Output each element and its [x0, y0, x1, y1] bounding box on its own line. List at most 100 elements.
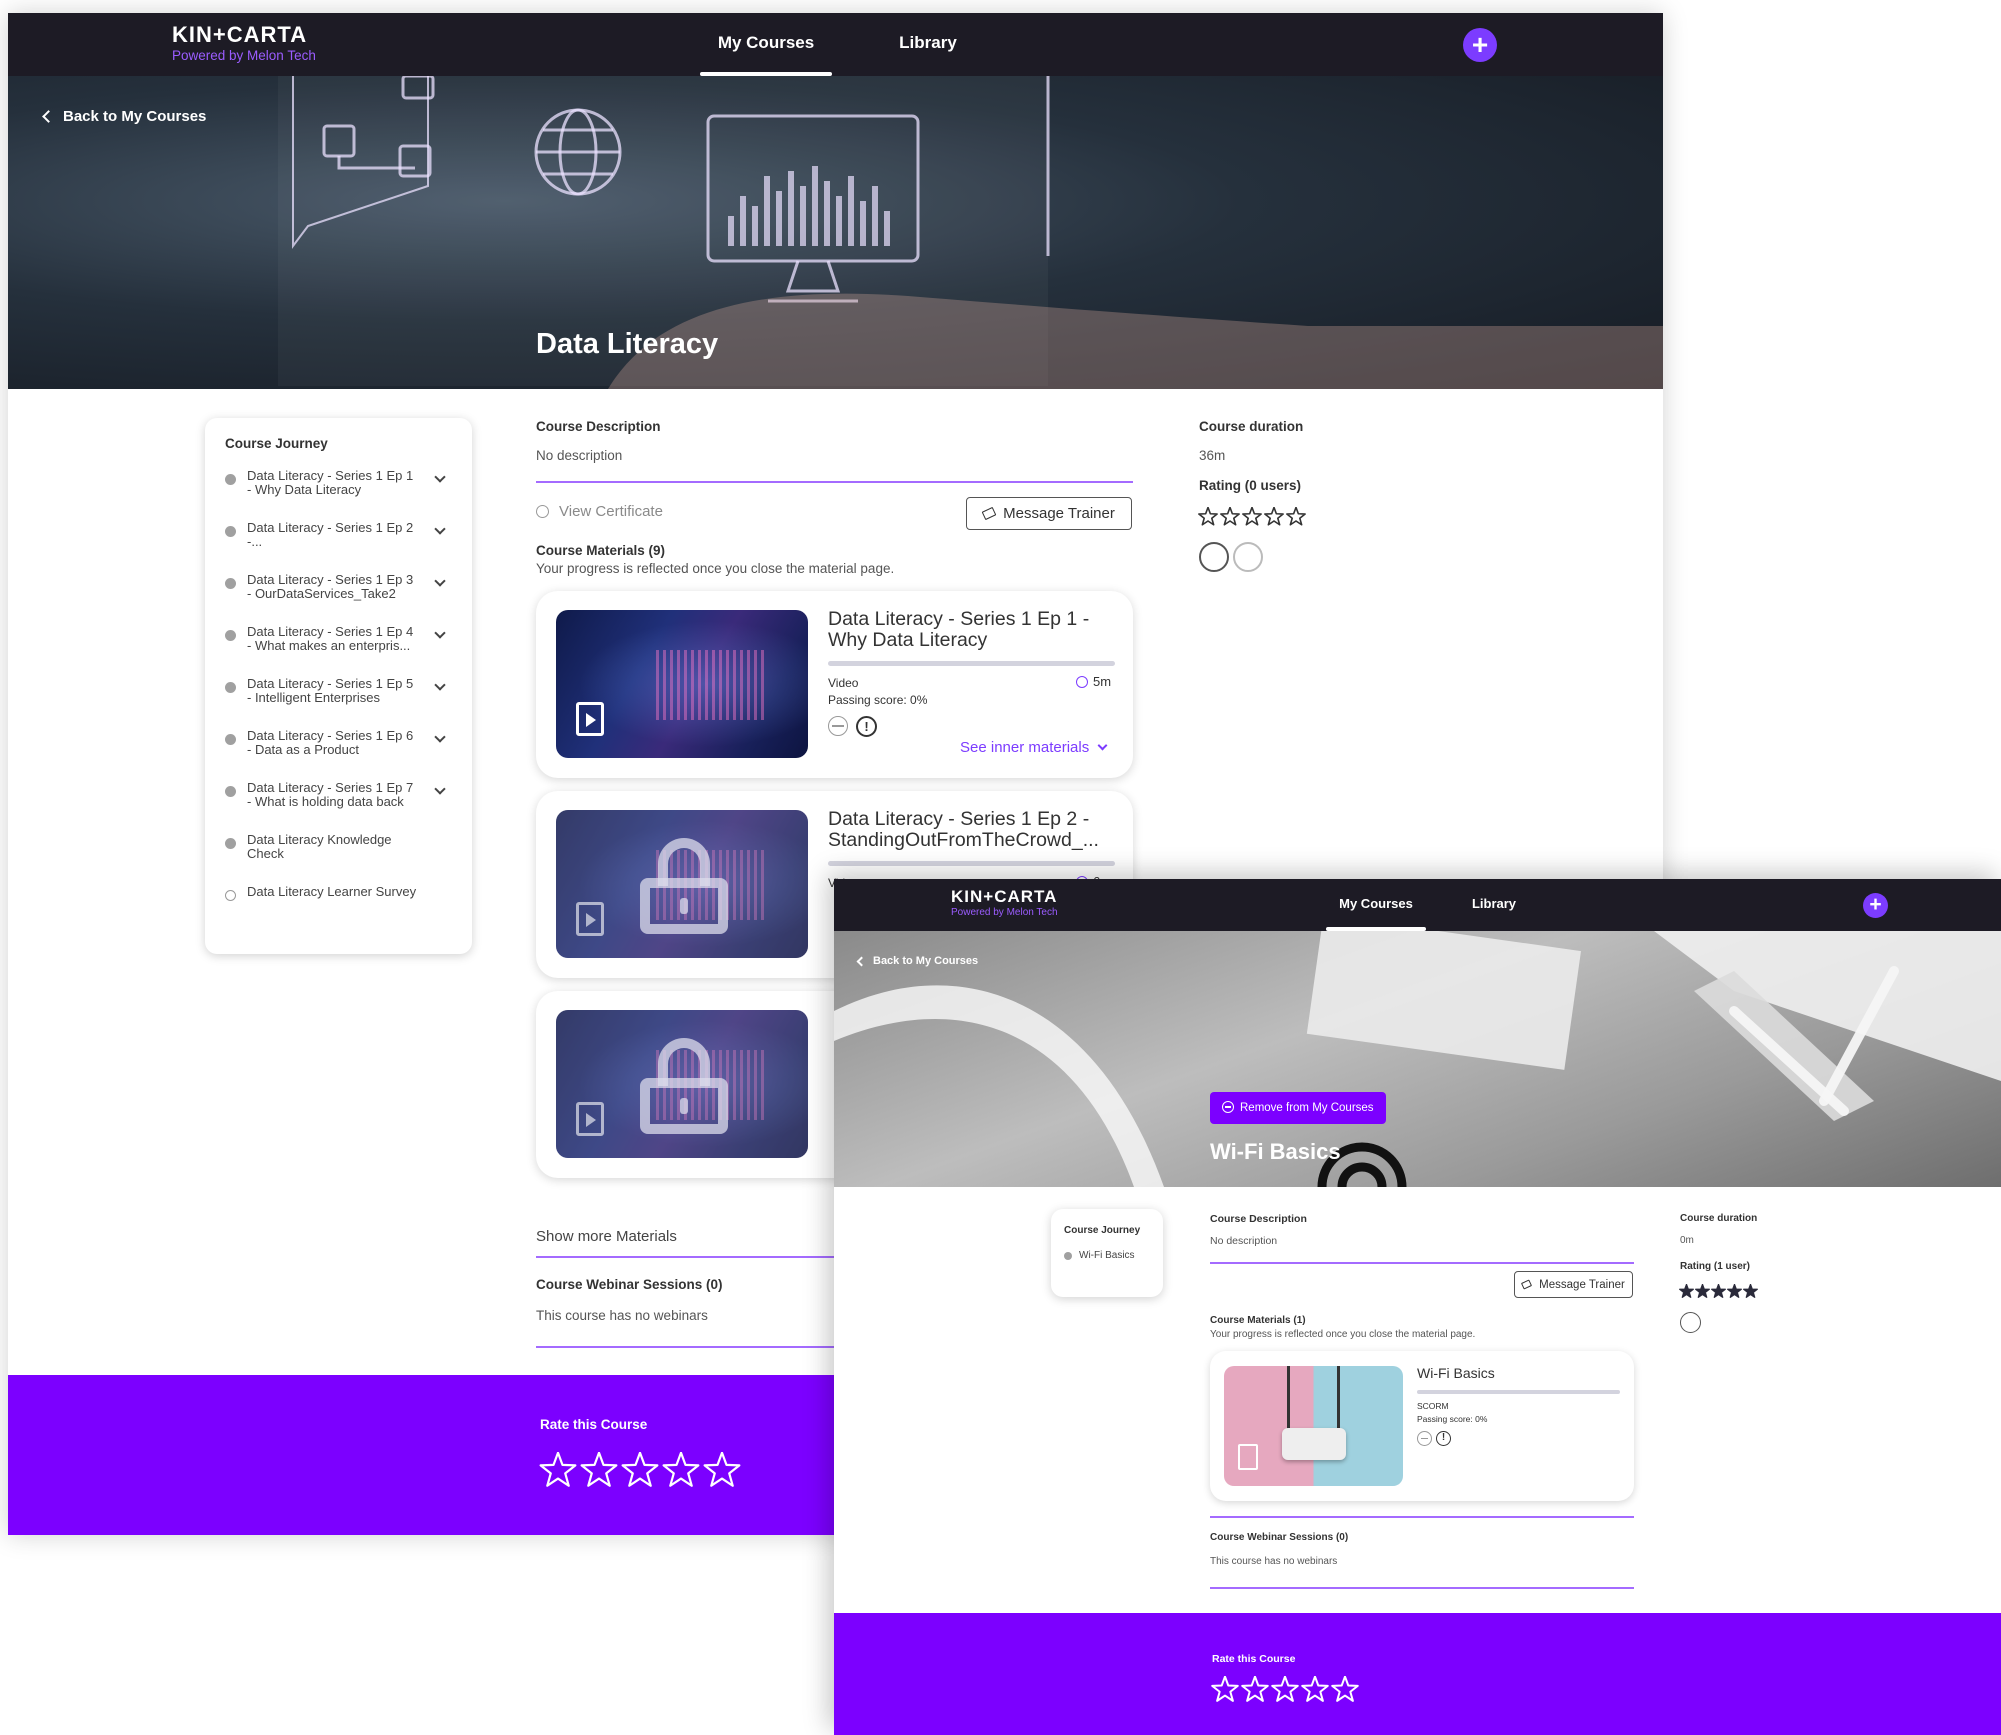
- star-icon: [1286, 507, 1306, 527]
- materials-title: Course Materials (9): [536, 543, 666, 558]
- course-title: Wi-Fi Basics: [1210, 1139, 1341, 1164]
- back-to-my-courses-link[interactable]: Back to My Courses: [856, 955, 978, 967]
- certificate-icon: [536, 505, 549, 518]
- antenna-right: [1337, 1366, 1340, 1436]
- material-title[interactable]: Wi-Fi Basics: [1417, 1365, 1495, 1381]
- building-badge-icon: [1199, 542, 1229, 572]
- material-card[interactable]: Wi-Fi Basics SCORM Passing score: 0% !: [1210, 1351, 1634, 1501]
- journey-item[interactable]: Data Literacy - Series 1 Ep 5- Intellige…: [225, 677, 452, 729]
- chevron-down-icon[interactable]: [434, 523, 446, 535]
- add-plus-icon[interactable]: +: [1863, 893, 1888, 918]
- journey-item-line2: - OurDataServices_Take2: [247, 586, 396, 601]
- back-to-my-courses-link[interactable]: Back to My Courses: [42, 108, 206, 125]
- material-type: SCORM: [1417, 1401, 1449, 1411]
- message-trainer-button[interactable]: Message Trainer: [1514, 1271, 1633, 1298]
- message-trainer-button[interactable]: Message Trainer: [966, 497, 1132, 530]
- chevron-down-icon[interactable]: [434, 731, 446, 743]
- divider: [1210, 1516, 1634, 1518]
- see-inner-materials-link[interactable]: See inner materials: [960, 739, 1108, 756]
- passing-score: Passing score: 0%: [1417, 1414, 1488, 1424]
- journey-item[interactable]: Data Literacy - Series 1 Ep 7- What is h…: [225, 781, 452, 833]
- message-trainer-label: Message Trainer: [1539, 1278, 1625, 1291]
- webinars-text: This course has no webinars: [1210, 1556, 1338, 1567]
- star-icon[interactable]: [1241, 1676, 1269, 1704]
- material-card[interactable]: Data Literacy - Series 1 Ep 1 - Why Data…: [536, 591, 1133, 778]
- status-dot-icon: [225, 682, 236, 693]
- hero-illustration: [278, 76, 1663, 389]
- material-thumbnail: [1224, 1366, 1403, 1486]
- nav-tab-my-courses[interactable]: My Courses: [700, 13, 832, 76]
- star-icon[interactable]: [580, 1452, 618, 1490]
- rate-course-footer: Rate this Course: [834, 1613, 2001, 1735]
- journey-item-line2: - Data as a Product: [247, 742, 359, 757]
- journey-item[interactable]: Wi-Fi Basics: [1064, 1250, 1150, 1262]
- webinars-text: This course has no webinars: [536, 1308, 708, 1323]
- material-title[interactable]: Data Literacy - Series 1 Ep 1 - Why Data…: [828, 609, 1118, 651]
- journey-item[interactable]: Data Literacy - Series 1 Ep 4- What make…: [225, 625, 452, 677]
- star-icon[interactable]: [621, 1452, 659, 1490]
- chevron-down-icon[interactable]: [434, 627, 446, 639]
- chevron-down-icon[interactable]: [434, 679, 446, 691]
- star-icon[interactable]: [539, 1452, 577, 1490]
- star-icon[interactable]: [1211, 1676, 1239, 1704]
- star-icon: [1264, 507, 1284, 527]
- rate-course-stars[interactable]: [1211, 1676, 1361, 1704]
- materials-subtitle: Your progress is reflected once you clos…: [536, 561, 895, 576]
- remove-from-my-courses-button[interactable]: Remove from My Courses: [1210, 1092, 1386, 1124]
- description-text: No description: [536, 448, 623, 463]
- duration-value: 36m: [1199, 448, 1226, 463]
- alert-icon: !: [856, 716, 877, 737]
- add-plus-icon[interactable]: +: [1463, 28, 1497, 62]
- chevron-down-icon[interactable]: [434, 575, 446, 587]
- star-icon[interactable]: [662, 1452, 700, 1490]
- webinars-title: Course Webinar Sessions (0): [1210, 1532, 1349, 1543]
- nav-tab-library[interactable]: Library: [1454, 879, 1534, 931]
- lock-icon: [640, 838, 728, 934]
- video-file-icon: [576, 1102, 604, 1136]
- journey-item[interactable]: Data Literacy - Series 1 Ep 6- Data as a…: [225, 729, 452, 781]
- duration-value: 5m: [1093, 674, 1112, 689]
- material-title[interactable]: Data Literacy - Series 1 Ep 2 - Standing…: [828, 809, 1118, 851]
- star-icon[interactable]: [1301, 1676, 1329, 1704]
- star-icon: [1220, 507, 1240, 527]
- top-nav: KIN+CARTA Powered by Melon Tech My Cours…: [834, 879, 2001, 931]
- material-duration: 5m: [1076, 674, 1111, 689]
- chevron-down-icon[interactable]: [434, 471, 446, 483]
- status-dot-icon: [225, 526, 236, 537]
- logo-brand: KIN+CARTA: [172, 22, 308, 47]
- view-certificate-link[interactable]: View Certificate: [536, 503, 663, 520]
- journey-item[interactable]: Data Literacy - Series 1 Ep 3- OurDataSe…: [225, 573, 452, 625]
- rating-label: Rating (0 users): [1199, 478, 1302, 493]
- star-icon: [1727, 1284, 1742, 1299]
- rate-course-stars[interactable]: [539, 1452, 744, 1490]
- journey-item-line2: - Why Data Literacy: [247, 482, 362, 497]
- journey-item-line1: Data Literacy - Series 1 Ep 6: [247, 728, 414, 743]
- star-icon[interactable]: [703, 1452, 741, 1490]
- journey-item[interactable]: Data Literacy Knowledge Check: [225, 833, 452, 885]
- status-dot-icon: [225, 578, 236, 589]
- message-trainer-label: Message Trainer: [1003, 505, 1115, 522]
- logo[interactable]: KIN+CARTA Powered by Melon Tech: [951, 888, 1058, 918]
- course-journey-card: Course Journey Data Literacy - Series 1 …: [205, 418, 472, 954]
- progress-bar: [1417, 1390, 1620, 1394]
- show-more-materials-link[interactable]: Show more Materials: [536, 1228, 677, 1245]
- chevron-down-icon[interactable]: [434, 783, 446, 795]
- duration-value: 0m: [1680, 1235, 1694, 1246]
- journey-item-line2: - What is holding data back: [247, 794, 404, 809]
- star-icon: [1242, 507, 1262, 527]
- journey-item[interactable]: Data Literacy - Series 1 Ep 1- Why Data …: [225, 469, 452, 521]
- see-inner-materials-label: See inner materials: [960, 739, 1090, 756]
- star-icon[interactable]: [1331, 1676, 1359, 1704]
- nav-tab-my-courses[interactable]: My Courses: [1326, 879, 1426, 931]
- nav-tab-library[interactable]: Library: [878, 13, 978, 76]
- status-dot-icon: [225, 734, 236, 745]
- star-icon[interactable]: [1271, 1676, 1299, 1704]
- antenna-left: [1287, 1366, 1290, 1436]
- star-icon: [1679, 1284, 1694, 1299]
- status-dot-icon: [225, 786, 236, 797]
- status-dot-icon: [225, 630, 236, 641]
- logo[interactable]: KIN+CARTA Powered by Melon Tech: [172, 24, 316, 63]
- journey-item[interactable]: Data Literacy - Series 1 Ep 2 -...: [225, 521, 452, 573]
- status-dot-icon: [225, 838, 236, 849]
- journey-item[interactable]: Data Literacy Learner Survey: [225, 885, 452, 901]
